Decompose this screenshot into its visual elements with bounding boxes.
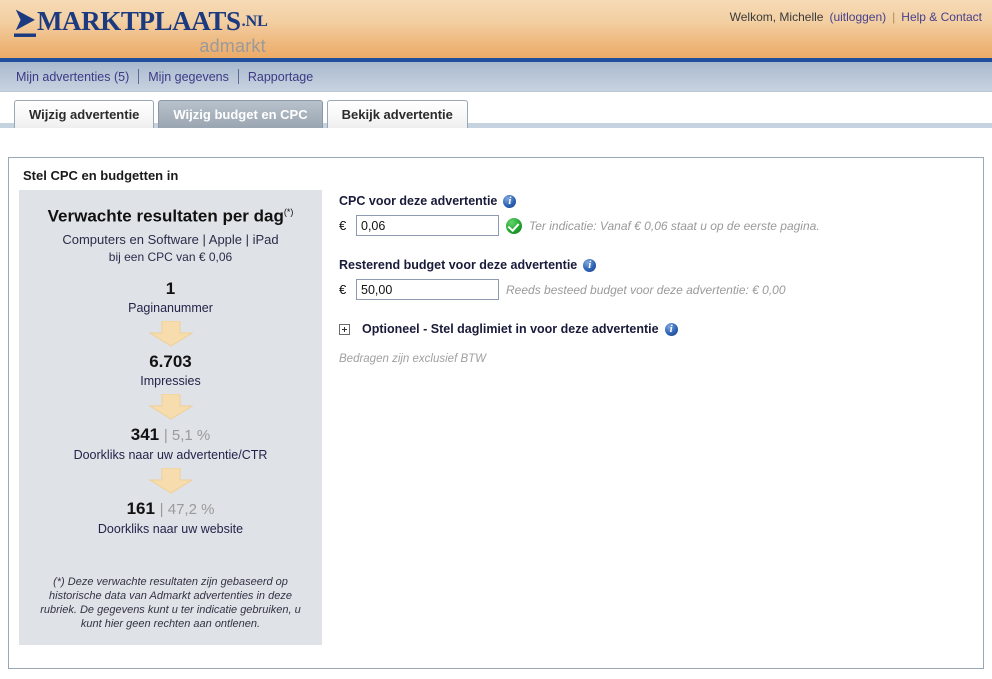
metric-doorkliks-advertentie: 341 | 5,1 % Doorkliks naar uw advertenti… (31, 424, 310, 462)
nav-divider (237, 69, 239, 84)
cpc-field-label: CPC voor deze advertentie (339, 194, 971, 208)
expected-results-title-text: Verwachte resultaten per dag (47, 206, 284, 226)
tab-bar: Wijzig advertentie Wijzig budget en CPC … (0, 92, 992, 128)
metric-percentage: | 5,1 % (163, 426, 211, 444)
metric-label: Impressies (140, 373, 201, 388)
info-icon[interactable] (664, 322, 678, 336)
expected-results-title: Verwachte resultaten per dag(*) (31, 202, 310, 227)
logout-link[interactable]: (uitloggen) (829, 10, 886, 24)
tab-wijzig-budget-en-cpc[interactable]: Wijzig budget en CPC (158, 100, 323, 128)
logo-tld-text: .NL (241, 13, 268, 30)
budget-form: CPC voor deze advertentie € Ter indicati… (339, 194, 971, 365)
welcome-text: Welkom, Michelle (729, 10, 824, 24)
header-user-area: Welkom, Michelle (uitloggen) | Help & Co… (730, 10, 982, 24)
cpc-input[interactable] (356, 215, 499, 236)
logo-subtitle: admarkt (199, 36, 266, 56)
metric-percentage: | 47,2 % (159, 500, 215, 518)
metric-doorkliks-website: 161 | 47,2 % Doorkliks naar uw website (31, 498, 310, 536)
chevron-right-icon: ➤ (14, 3, 36, 37)
site-header: ➤ MARKTPLAATS .NL admarkt Welkom, Michel… (0, 0, 992, 62)
metric-label: Doorkliks naar uw website (97, 521, 244, 536)
nav-item-mijn-gegevens[interactable]: Mijn gegevens (139, 70, 238, 84)
metric-label: Doorkliks naar uw advertentie/CTR (73, 447, 268, 462)
header-separator: | (892, 10, 896, 24)
metric-label: Paginanummer (128, 300, 213, 315)
metric-number: 161 (126, 498, 155, 518)
info-icon[interactable] (503, 194, 517, 208)
nav-item-rapportage[interactable]: Rapportage (239, 70, 322, 84)
cpc-field-row: € Ter indicatie: Vanaf € 0,06 staat u op… (339, 215, 971, 236)
ad-category: Computers en Software | Apple | iPad (62, 231, 279, 247)
metric-paginanummer: 1 Paginanummer (31, 278, 310, 315)
budget-label-text: Resterend budget voor deze advertentie (339, 258, 578, 272)
budget-field-row: € Reeds besteed budget voor deze adverte… (339, 279, 971, 300)
metric-value: 341 | 5,1 % (31, 424, 310, 447)
logo[interactable]: ➤ MARKTPLAATS .NL admarkt (14, 3, 268, 56)
metric-number: 341 (130, 424, 160, 444)
budget-input[interactable] (356, 279, 499, 300)
expand-plus-icon[interactable] (339, 323, 350, 335)
arrow-down-icon (31, 393, 310, 420)
cpc-label-text: CPC voor deze advertentie (339, 194, 498, 208)
cpc-hint: Ter indicatie: Vanaf € 0,06 staat u op d… (529, 218, 820, 233)
footnote-marker: (*) (283, 207, 294, 217)
check-circle-icon (506, 217, 522, 234)
currency-symbol: € (339, 282, 347, 297)
info-icon[interactable] (583, 258, 597, 272)
metric-value: 161 | 47,2 % (31, 498, 310, 521)
page-title: Stel CPC en budgetten in (23, 168, 179, 183)
metric-impressies: 6.703 Impressies (31, 351, 310, 388)
currency-symbol: € (339, 218, 347, 233)
main-navigation: Mijn advertenties (5) Mijn gegevens Rapp… (0, 62, 992, 92)
expected-results-footnote: (*) Deze verwachte resultaten zijn gebas… (40, 576, 301, 630)
logo-wordmark: ➤ MARKTPLAATS .NL (14, 3, 268, 37)
cpc-summary: bij een CPC van € 0,06 (108, 249, 233, 264)
arrow-down-icon (31, 320, 310, 347)
arrow-down-icon (31, 467, 310, 494)
optional-daily-limit-label: Optioneel - Stel daglimiet in voor deze … (362, 322, 678, 336)
optional-daily-limit-row[interactable]: Optioneel - Stel daglimiet in voor deze … (339, 322, 971, 336)
page-root: ➤ MARKTPLAATS .NL admarkt Welkom, Michel… (0, 0, 992, 679)
btw-note: Bedragen zijn exclusief BTW (339, 353, 487, 365)
expected-results-box: Verwachte resultaten per dag(*) Computer… (19, 190, 322, 645)
content-panel: Stel CPC en budgetten in Verwachte resul… (8, 157, 984, 669)
nav-item-mijn-advertenties[interactable]: Mijn advertenties (5) (16, 70, 138, 84)
tab-wijzig-advertentie[interactable]: Wijzig advertentie (14, 100, 155, 128)
metric-value: 6.703 (149, 351, 192, 371)
tab-bekijk-advertentie[interactable]: Bekijk advertentie (326, 100, 468, 128)
nav-divider (138, 69, 140, 84)
budget-field-label: Resterend budget voor deze advertentie (339, 258, 971, 272)
logo-main-text: MARKTPLAATS (36, 6, 241, 36)
help-contact-link[interactable]: Help & Contact (901, 10, 982, 24)
metric-value: 1 (165, 278, 176, 298)
optional-label-text: Optioneel - Stel daglimiet in voor deze … (362, 322, 659, 336)
budget-hint: Reeds besteed budget voor deze advertent… (506, 282, 786, 297)
